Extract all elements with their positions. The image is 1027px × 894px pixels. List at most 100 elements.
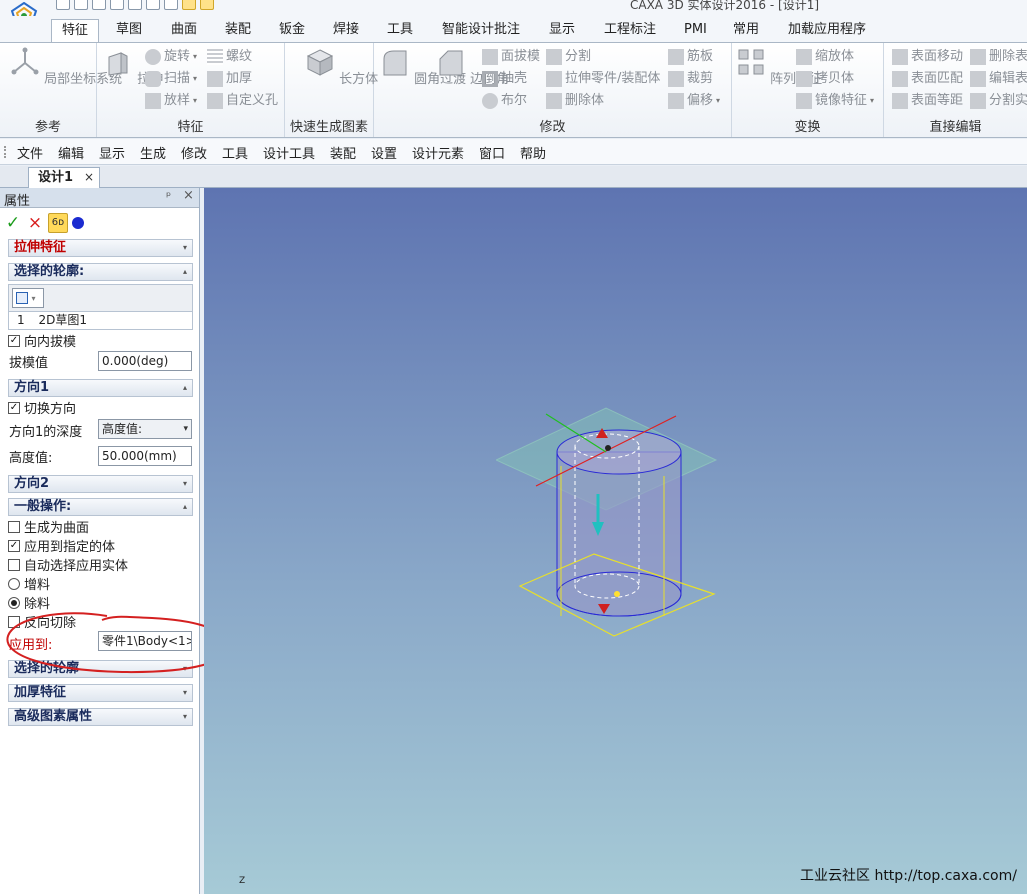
cancel-icon[interactable]: × xyxy=(26,213,44,233)
tab-addins[interactable]: 加载应用程序 xyxy=(778,19,876,42)
tab-pmi[interactable]: PMI xyxy=(674,19,717,42)
print-icon[interactable] xyxy=(110,0,124,10)
tab-engineering-annotation[interactable]: 工程标注 xyxy=(594,19,666,42)
boolean-button[interactable]: 布尔 xyxy=(482,91,527,111)
menu-design-elements[interactable]: 设计元素 xyxy=(412,143,464,162)
section-selected-profile[interactable]: 选择的轮廓: ▴ xyxy=(8,263,193,281)
pattern-button[interactable]: 阵列特征 xyxy=(736,47,822,87)
menu-help[interactable]: 帮助 xyxy=(520,143,546,162)
tab-sketch[interactable]: 草图 xyxy=(106,19,152,42)
tab-surface[interactable]: 曲面 xyxy=(161,19,207,42)
draft-value-input[interactable]: 0.000(deg) xyxy=(98,351,192,371)
tab-smart-annotation[interactable]: 智能设计批注 xyxy=(432,19,530,42)
remove-material-radio[interactable] xyxy=(8,596,20,609)
save-icon[interactable] xyxy=(128,0,142,10)
apply-body-checkbox[interactable]: ✓ xyxy=(8,539,20,552)
thread-button[interactable]: 螺纹 xyxy=(207,47,252,67)
mirror-button[interactable]: 镜像特征 ▾ xyxy=(796,91,874,111)
add-material-row[interactable]: 增料 xyxy=(8,574,50,593)
menu-generate[interactable]: 生成 xyxy=(140,143,166,162)
menu-design-tools[interactable]: 设计工具 xyxy=(263,143,315,162)
generate-surface-checkbox[interactable] xyxy=(8,520,20,533)
open-folder-icon[interactable] xyxy=(92,0,106,10)
menu-edit[interactable]: 编辑 xyxy=(58,143,84,162)
profile-list-item[interactable]: 1 2D草图1 xyxy=(9,311,192,329)
offset-button[interactable]: 偏移 ▾ xyxy=(668,91,720,111)
redo-icon[interactable] xyxy=(164,0,178,10)
section-direction1[interactable]: 方向1 ▴ xyxy=(8,379,193,397)
scale-button[interactable]: 缩放体 xyxy=(796,47,854,67)
menu-window[interactable]: 窗口 xyxy=(479,143,505,162)
custom-hole-button[interactable]: 自定义孔 xyxy=(207,91,278,111)
face-equidistant-button[interactable]: 表面等距 xyxy=(892,91,963,111)
face-move-button[interactable]: 表面移动 xyxy=(892,47,963,67)
shell-button[interactable]: 抽壳 xyxy=(482,69,527,89)
depth-select[interactable]: 高度值: ▾ xyxy=(98,419,192,439)
open-file-icon[interactable] xyxy=(74,0,88,10)
edit-sketch-button[interactable]: ▾ xyxy=(12,288,44,308)
tab-assembly[interactable]: 装配 xyxy=(215,19,261,42)
section-direction2[interactable]: 方向2 ▾ xyxy=(8,475,193,493)
menu-assembly[interactable]: 装配 xyxy=(330,143,356,162)
close-icon[interactable]: × xyxy=(183,188,194,203)
apply-body-row[interactable]: ✓ 应用到指定的体 xyxy=(8,536,115,555)
toolbar-grip[interactable] xyxy=(4,146,6,158)
split-button[interactable]: 分割 xyxy=(546,47,591,67)
extrude-button[interactable]: 拉伸 xyxy=(103,47,163,87)
sweep-button[interactable]: 扫描 ▾ xyxy=(145,69,197,89)
section-thicken-feature[interactable]: 加厚特征 ▾ xyxy=(8,684,193,702)
draft-button[interactable]: 面拔模 xyxy=(482,47,540,67)
thicken-button[interactable]: 加厚 xyxy=(207,69,252,89)
section-advanced-properties[interactable]: 高级图素属性 ▾ xyxy=(8,708,193,726)
new-file-icon[interactable] xyxy=(56,0,70,10)
confirm-icon[interactable]: ✓ xyxy=(4,213,22,233)
undo-icon[interactable] xyxy=(146,0,160,10)
menu-tools[interactable]: 工具 xyxy=(222,143,248,162)
lightbulb-icon[interactable] xyxy=(182,0,196,10)
copy-body-button[interactable]: 拷贝体 xyxy=(796,69,854,89)
box-button[interactable]: 长方体 xyxy=(305,47,378,87)
close-icon[interactable]: × xyxy=(84,168,94,187)
menu-display[interactable]: 显示 xyxy=(99,143,125,162)
3d-viewport[interactable]: Z 工业云社区 http://top.caxa.com/ xyxy=(204,188,1027,894)
revolve-button[interactable]: 旋转 ▾ xyxy=(145,47,197,67)
cylinder-model[interactable] xyxy=(496,406,726,638)
menu-file[interactable]: 文件 xyxy=(17,143,43,162)
tab-common[interactable]: 常用 xyxy=(723,19,769,42)
inward-draft-checkbox[interactable]: ✓ xyxy=(8,334,20,347)
fillet-button[interactable]: 圆角过渡 xyxy=(380,47,466,87)
local-coordinate-button[interactable]: 局部坐标系统 xyxy=(10,47,122,87)
face-match-button[interactable]: 表面匹配 xyxy=(892,69,963,89)
pin-icon[interactable]: ᵖ xyxy=(166,189,171,203)
chamfer-button[interactable]: 边倒角 xyxy=(436,47,509,87)
auto-select-checkbox[interactable] xyxy=(8,558,20,571)
rib-button[interactable]: 筋板 xyxy=(668,47,713,67)
delete-body-button[interactable]: 删除体 xyxy=(546,91,604,111)
section-general-operation[interactable]: 一般操作: ▴ xyxy=(8,498,193,516)
height-input[interactable]: 50.000(mm) xyxy=(98,446,192,466)
edit-face-button[interactable]: 编辑表 xyxy=(970,69,1027,89)
dynamic-preview-icon[interactable] xyxy=(72,217,84,229)
menu-settings[interactable]: 设置 xyxy=(371,143,397,162)
add-material-radio[interactable] xyxy=(8,577,20,590)
section-extrude-feature[interactable]: 拉伸特征 ▾ xyxy=(8,239,193,257)
switch-direction-checkbox[interactable]: ✓ xyxy=(8,401,20,414)
tab-sheetmetal[interactable]: 钣金 xyxy=(269,19,315,42)
loft-button[interactable]: 放样 ▾ xyxy=(145,91,197,111)
extrude-part-button[interactable]: 拉伸零件/装配体 xyxy=(546,69,660,89)
trim-button[interactable]: 裁剪 xyxy=(668,69,713,89)
tab-tools[interactable]: 工具 xyxy=(377,19,423,42)
tab-feature[interactable]: 特征 xyxy=(51,19,100,42)
generate-surface-row[interactable]: 生成为曲面 xyxy=(8,517,89,536)
auto-select-row[interactable]: 自动选择应用实体 xyxy=(8,555,128,574)
tab-display[interactable]: 显示 xyxy=(539,19,585,42)
delete-face-button[interactable]: 删除表 xyxy=(970,47,1027,67)
toolbox-icon[interactable] xyxy=(200,0,214,10)
menu-modify[interactable]: 修改 xyxy=(181,143,207,162)
document-tab[interactable]: 设计1 × xyxy=(28,167,100,188)
preview-icon[interactable]: 6ᴅ xyxy=(48,213,68,233)
tab-weld[interactable]: 焊接 xyxy=(323,19,369,42)
split-solid-button[interactable]: 分割实 xyxy=(970,91,1027,111)
switch-direction-row[interactable]: ✓ 切换方向 xyxy=(8,398,76,417)
inward-draft-row[interactable]: ✓ 向内拔模 xyxy=(8,331,76,350)
